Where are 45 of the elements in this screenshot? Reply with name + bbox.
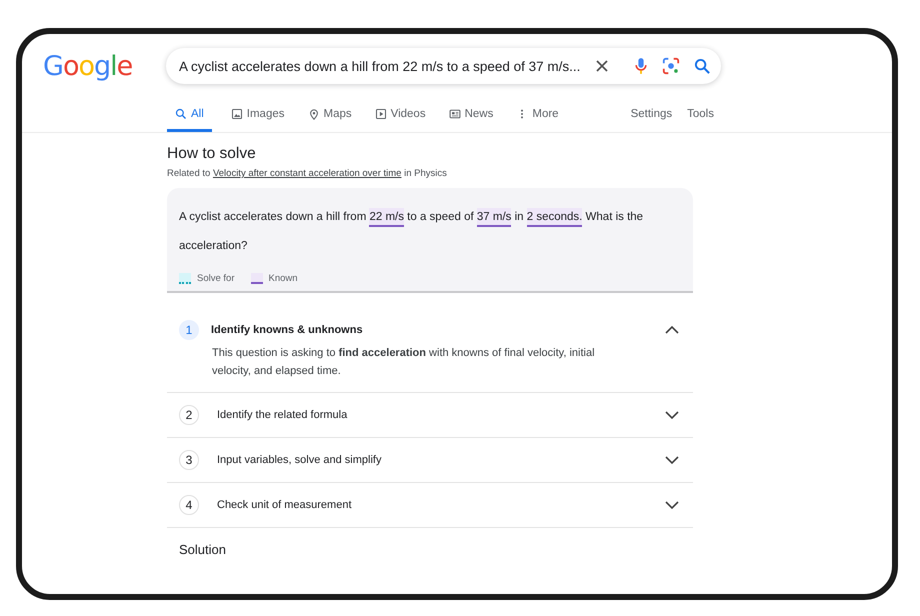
question-text: A cyclist accelerates down a hill from 22 m/s to a speed of 37 m/s in 2 seconds. What is the acceleration? [179,203,659,261]
solve-for-swatch-icon [179,273,191,284]
play-icon [374,108,387,120]
search-field[interactable]: A cyclist accelerates down a hill from 22 m/s to a speed of 37 m/s... [166,48,721,84]
close-icon[interactable] [594,58,610,74]
chevron-up-icon[interactable] [665,326,679,334]
microphone-icon[interactable] [634,57,648,75]
step-header[interactable]: 3 Input variables, solve and simplify [167,438,693,482]
camera-lens-icon[interactable] [662,57,680,75]
search-tab[interactable]: Images [226,104,288,132]
solution-heading: Solution [178,541,227,559]
legend-label: Known [268,273,298,284]
step-title: Check unit of measurement [217,499,353,511]
step-header[interactable]: 2 Identify the related formula [167,393,693,437]
known-swatch-icon [250,273,262,284]
step-number: 3 [179,450,199,470]
step-number: 2 [179,405,199,425]
step-header[interactable]: 1 Identify knowns & unknowns [167,293,693,344]
step-explanation: This question is asking to find acceleration with knowns of final velocity, initial velocity, and elapsed time. [211,346,596,379]
step-number: 1 [179,320,199,340]
toolbar-link[interactable]: Tools [687,108,714,120]
step-number: 4 [179,495,199,515]
related-topic-text: Related to Velocity after constant acceleration over time in Physics [167,168,448,179]
search-tab[interactable]: Maps [304,104,356,132]
chevron-down-icon[interactable] [665,456,679,464]
location-pin-icon [308,108,320,120]
step-title: Identify the related formula [217,409,348,421]
step-title: Input variables, solve and simplify [217,454,382,466]
search-tab[interactable]: All [167,104,212,132]
search-tab[interactable]: News [444,104,498,132]
search-icon [175,108,187,120]
google-logo[interactable]: Google [43,50,166,82]
search-tab[interactable]: Videos [370,104,430,132]
chevron-down-icon[interactable] [665,501,679,509]
newspaper-icon [448,108,461,120]
step-header[interactable]: 4 Check unit of measurement [167,483,693,527]
step-title: Identify knowns & unknowns [211,324,364,336]
image-icon [230,108,243,120]
toolbar-link[interactable]: Settings [630,108,672,120]
search-icon[interactable] [694,58,712,74]
section-heading: How to solve [167,145,257,163]
topic-link[interactable]: Velocity after constant acceleration over time [212,168,402,179]
chevron-down-icon[interactable] [665,411,679,419]
search-tab[interactable]: More [512,104,563,132]
legend-label: Solve for [197,273,234,284]
